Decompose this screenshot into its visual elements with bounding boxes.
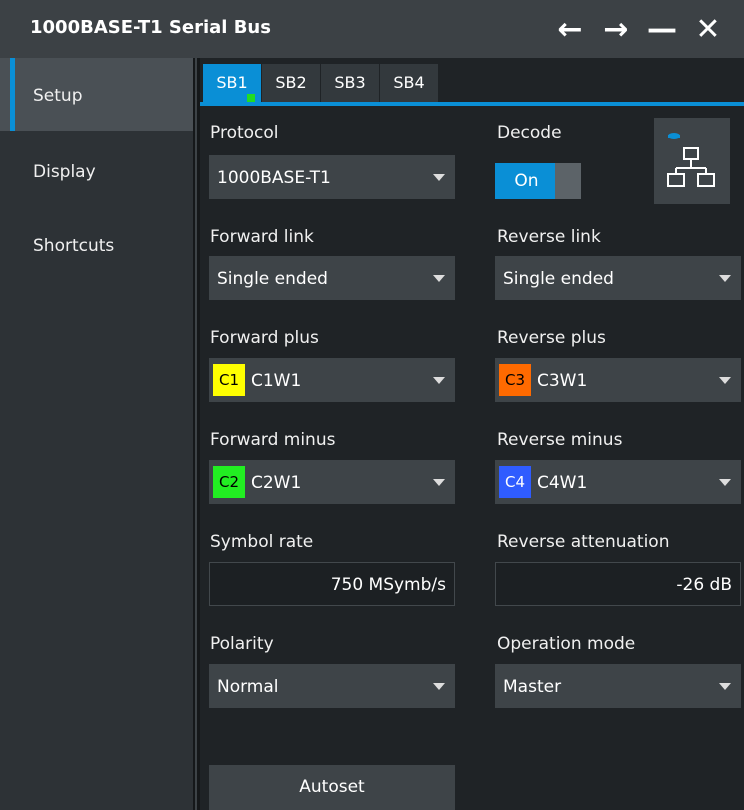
tab-label: SB2: [275, 73, 307, 92]
channel-chip: C3: [499, 364, 531, 396]
polarity-label: Polarity: [210, 634, 274, 654]
channel-chip: C4: [499, 466, 531, 498]
protocol-value: 1000BASE-T1: [217, 168, 331, 188]
active-indicator-icon: [247, 94, 255, 102]
channel-chip: C1: [213, 364, 245, 396]
tab-sb1[interactable]: SB1: [203, 64, 261, 102]
decode-toggle[interactable]: On: [495, 163, 581, 199]
tab-label: SB1: [216, 73, 248, 92]
sidebar-item-label: Setup: [33, 86, 83, 106]
polarity-value: Normal: [217, 677, 279, 697]
forward-link-dropdown[interactable]: Single ended: [209, 256, 455, 300]
forward-arrow-icon[interactable]: →: [594, 8, 638, 52]
chevron-down-icon: [433, 174, 445, 181]
chevron-down-icon: [433, 377, 445, 384]
tab-bar: SB1 SB2 SB3 SB4: [200, 58, 744, 102]
tab-underline: [200, 102, 744, 106]
reverse-link-value: Single ended: [503, 269, 614, 289]
chevron-down-icon: [433, 479, 445, 486]
decode-label: Decode: [497, 123, 562, 143]
forward-plus-label: Forward plus: [210, 328, 319, 348]
tab-label: SB3: [334, 73, 366, 92]
forward-link-label: Forward link: [210, 227, 314, 247]
close-icon[interactable]: ✕: [686, 8, 730, 52]
forward-plus-value: C1W1: [251, 371, 302, 391]
reverse-attenuation-field[interactable]: -26 dB: [495, 562, 741, 606]
reverse-plus-value: C3W1: [537, 371, 588, 391]
network-topology-button[interactable]: [654, 118, 730, 204]
sidebar-item-shortcuts[interactable]: Shortcuts: [0, 208, 193, 281]
tab-sb3[interactable]: SB3: [321, 64, 379, 102]
decode-toggle-state: On: [495, 163, 558, 199]
reverse-plus-dropdown[interactable]: C3 C3W1: [495, 358, 741, 402]
network-topology-icon: [667, 133, 715, 187]
chevron-down-icon: [719, 479, 731, 486]
panel-divider: [193, 58, 200, 810]
operation-mode-dropdown[interactable]: Master: [495, 664, 741, 708]
tab-label: SB4: [393, 73, 425, 92]
polarity-dropdown[interactable]: Normal: [209, 664, 455, 708]
forward-minus-value: C2W1: [251, 473, 302, 493]
operation-mode-value: Master: [503, 677, 562, 697]
reverse-attenuation-value: -26 dB: [676, 575, 732, 595]
autoset-button[interactable]: Autoset: [209, 765, 455, 810]
reverse-link-label: Reverse link: [497, 227, 601, 247]
reverse-link-dropdown[interactable]: Single ended: [495, 256, 741, 300]
chevron-down-icon: [719, 275, 731, 282]
chevron-down-icon: [719, 377, 731, 384]
reverse-minus-dropdown[interactable]: C4 C4W1: [495, 460, 741, 504]
tab-sb4[interactable]: SB4: [380, 64, 438, 102]
toggle-knob: [555, 163, 581, 199]
back-arrow-icon[interactable]: ←: [548, 8, 592, 52]
symbol-rate-label: Symbol rate: [210, 532, 314, 552]
chevron-down-icon: [433, 683, 445, 690]
reverse-minus-label: Reverse minus: [497, 430, 623, 450]
forward-minus-dropdown[interactable]: C2 C2W1: [209, 460, 455, 504]
sidebar-item-label: Display: [33, 162, 96, 182]
sidebar: Setup Display Shortcuts: [0, 58, 193, 810]
protocol-dropdown[interactable]: 1000BASE-T1: [209, 155, 455, 199]
sidebar-item-setup[interactable]: Setup: [0, 58, 193, 131]
reverse-plus-label: Reverse plus: [497, 328, 606, 348]
operation-mode-label: Operation mode: [497, 634, 636, 654]
forward-minus-label: Forward minus: [210, 430, 336, 450]
window-title: 1000BASE-T1 Serial Bus: [30, 17, 271, 38]
sidebar-item-label: Shortcuts: [33, 236, 115, 256]
minimize-icon[interactable]: —: [640, 8, 684, 52]
reverse-attenuation-label: Reverse attenuation: [497, 532, 670, 552]
title-bar: 1000BASE-T1 Serial Bus ← → — ✕: [0, 0, 744, 58]
forward-plus-dropdown[interactable]: C1 C1W1: [209, 358, 455, 402]
chevron-down-icon: [433, 275, 445, 282]
reverse-minus-value: C4W1: [537, 473, 588, 493]
symbol-rate-field[interactable]: 750 MSymb/s: [209, 562, 455, 606]
channel-chip: C2: [213, 466, 245, 498]
sidebar-item-display[interactable]: Display: [0, 134, 193, 207]
tab-sb2[interactable]: SB2: [262, 64, 320, 102]
chevron-down-icon: [719, 683, 731, 690]
symbol-rate-value: 750 MSymb/s: [330, 575, 446, 595]
protocol-label: Protocol: [210, 123, 279, 143]
forward-link-value: Single ended: [217, 269, 328, 289]
